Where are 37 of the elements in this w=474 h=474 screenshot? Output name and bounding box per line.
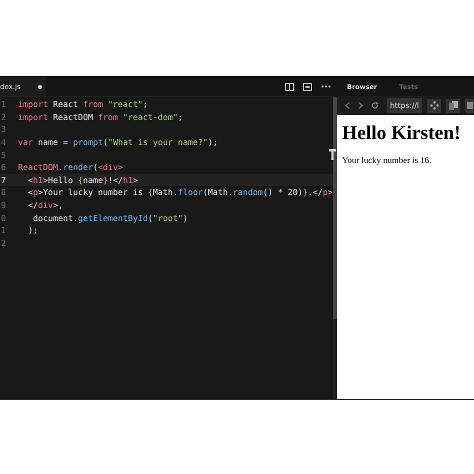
split-icon[interactable] — [285, 82, 294, 90]
window-button[interactable] — [465, 98, 474, 112]
line-number: 3 — [0, 124, 6, 134]
line-number: 1 — [0, 225, 6, 236]
move-icon — [430, 101, 439, 110]
line-number: 4 — [0, 137, 6, 148]
code-line: var name = prompt("What is your name?"); — [18, 137, 218, 148]
scroll-thumb[interactable] — [332, 97, 337, 319]
line-number: 0 — [0, 212, 6, 223]
copy-icon — [448, 101, 458, 110]
line-number: 2 — [0, 112, 6, 122]
line-number: 5 — [0, 150, 6, 160]
code-line: import ReactDOM from "react-dom"; — [18, 112, 183, 122]
move-button[interactable] — [427, 98, 442, 112]
more-icon[interactable] — [321, 85, 331, 88]
page-paragraph: Your lucky number is 16. — [342, 155, 432, 165]
back-icon[interactable] — [345, 101, 350, 110]
line-number: 6 — [0, 162, 6, 172]
code-line: ReactDOM.render(<div> — [18, 162, 123, 172]
code-line: <h1>Hello {name}!</h1> — [26, 174, 138, 185]
code-line: ); — [26, 225, 38, 236]
code-line: import React from "react"; — [18, 99, 148, 110]
line-number: 2 — [0, 238, 6, 248]
code-line: </div>, — [26, 200, 63, 210]
line-number: 9 — [0, 200, 6, 210]
reload-icon[interactable] — [371, 101, 380, 110]
line-number: 7 — [0, 174, 6, 185]
line-number: 8 — [0, 187, 6, 198]
code-line: <p>Your lucky number is {Math.floor(Math.random() * 20)}.</p> — [26, 187, 333, 198]
copy-button[interactable] — [446, 98, 460, 112]
window-icon — [466, 101, 473, 110]
panel-icon[interactable] — [303, 82, 312, 90]
forward-icon[interactable] — [358, 101, 364, 110]
line-number: 1 — [0, 99, 6, 110]
page-heading: Hello Kirsten! — [342, 123, 462, 145]
text-cursor-icon — [329, 149, 336, 160]
code-line: document.getElementById("root") — [32, 212, 188, 223]
